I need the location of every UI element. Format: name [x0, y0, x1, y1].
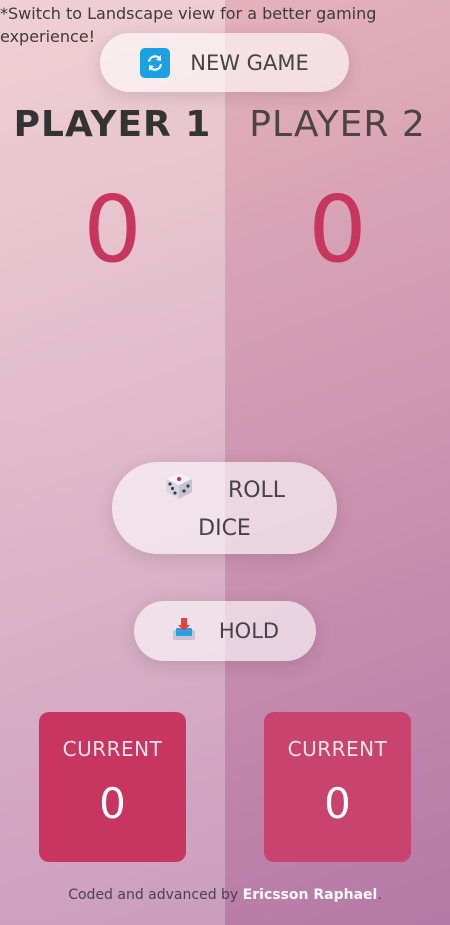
roll-label: ROLL: [227, 478, 286, 503]
inbox-tray-icon: [171, 616, 197, 647]
player-1-name: PLAYER 1: [13, 104, 212, 145]
current-label: CURRENT: [287, 737, 388, 761]
footer-end: .: [377, 887, 382, 903]
current-score: 0: [99, 779, 126, 828]
dice-icon: [164, 471, 194, 512]
new-game-button[interactable]: NEW GAME: [100, 33, 349, 92]
footer: Coded and advanced by Ericsson Raphael.: [0, 887, 450, 903]
footer-text: Coded and advanced by: [68, 887, 239, 903]
hold-button[interactable]: HOLD: [134, 601, 316, 661]
player-2-score: 0: [308, 176, 367, 283]
player-2-current-box: CURRENT 0: [264, 712, 411, 862]
player-1-score: 0: [83, 176, 142, 283]
roll-dice-button[interactable]: ROLL DICE: [112, 462, 337, 554]
hold-label: HOLD: [218, 619, 280, 643]
new-game-label: NEW GAME: [190, 50, 309, 75]
current-score: 0: [324, 779, 351, 828]
player-2-name: PLAYER 2: [249, 104, 426, 145]
refresh-icon: [140, 47, 171, 78]
author-link[interactable]: Ericsson Raphael: [243, 887, 378, 903]
dice-label: DICE: [198, 515, 251, 541]
current-label: CURRENT: [62, 737, 163, 761]
player-1-current-box: CURRENT 0: [39, 712, 186, 862]
